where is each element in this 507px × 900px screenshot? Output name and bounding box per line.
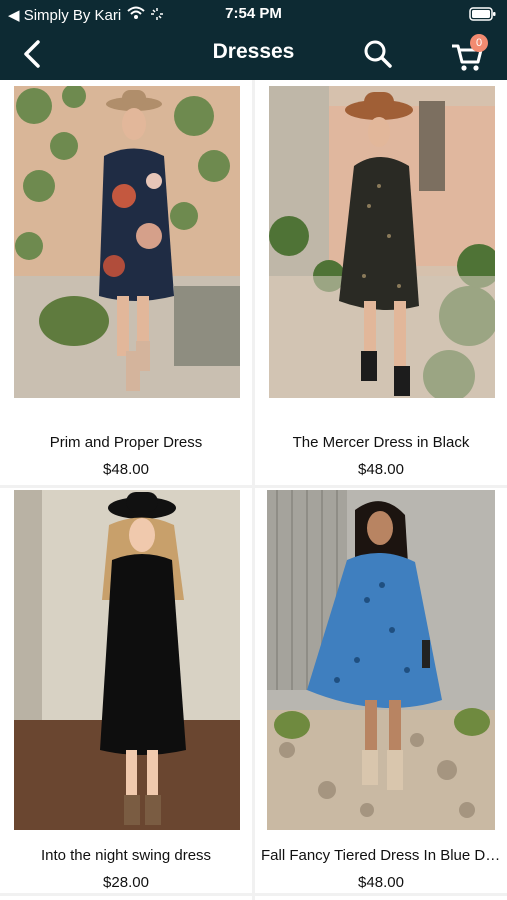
product-grid: Prim and Proper Dress $48.00 The Mercer …: [0, 80, 507, 900]
product-card[interactable]: Into the night swing dress $28.00: [0, 488, 252, 893]
product-card[interactable]: The Mercer Dress in Black $48.00: [255, 80, 507, 485]
cart-badge: 0: [470, 34, 488, 52]
nav-bar: Dresses 0: [0, 30, 507, 80]
product-name[interactable]: Prim and Proper Dress: [0, 434, 252, 451]
product-name[interactable]: The Mercer Dress in Black: [255, 434, 507, 451]
product-price: $48.00: [103, 461, 149, 478]
status-bar: ◀ Simply By Kari 7:54 PM: [0, 0, 507, 30]
product-image[interactable]: [14, 86, 240, 398]
product-image[interactable]: [269, 86, 495, 398]
page-title: Dresses: [212, 40, 295, 63]
product-price: $48.00: [358, 461, 404, 478]
status-time: 7:54 PM: [225, 5, 282, 22]
product-name[interactable]: Into the night swing dress: [0, 847, 252, 864]
product-image[interactable]: [267, 490, 495, 830]
battery-icon: [469, 7, 497, 25]
product-card[interactable]: Prim and Proper Dress $48.00: [0, 80, 252, 485]
product-name[interactable]: Fall Fancy Tiered Dress In Blue Da...: [255, 847, 507, 864]
cart-button[interactable]: 0: [450, 34, 494, 74]
product-card[interactable]: [0, 896, 252, 900]
product-price: $28.00: [103, 874, 149, 891]
product-card[interactable]: [255, 896, 507, 900]
product-card[interactable]: Fall Fancy Tiered Dress In Blue Da... $4…: [255, 488, 507, 893]
search-icon[interactable]: [362, 38, 394, 70]
product-price: $48.00: [358, 874, 404, 891]
product-image[interactable]: [14, 490, 240, 830]
